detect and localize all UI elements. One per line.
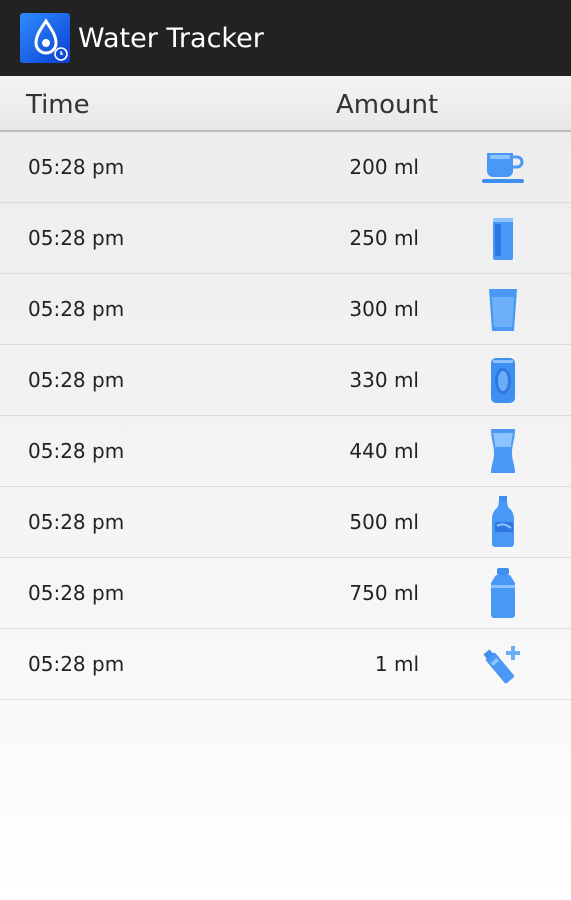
glass-icon: [478, 283, 528, 335]
list-item[interactable]: 05:28 pm 750 ml: [0, 558, 571, 629]
tall-glass-icon: [478, 212, 528, 264]
action-bar: Water Tracker: [0, 0, 571, 76]
entry-amount: 200 ml: [349, 155, 419, 179]
app-title: Water Tracker: [78, 23, 264, 54]
water-drop-clock-icon[interactable]: [20, 13, 70, 63]
list-item[interactable]: 05:28 pm 200 ml: [0, 132, 571, 203]
entry-time: 05:28 pm: [28, 368, 125, 392]
entries-list: 05:28 pm 200 ml 05:28 pm 250 ml 05:28 pm…: [0, 132, 571, 900]
entry-amount: 250 ml: [349, 226, 419, 250]
list-item[interactable]: 05:28 pm 330 ml: [0, 345, 571, 416]
entry-amount: 750 ml: [349, 581, 419, 605]
entry-amount: 300 ml: [349, 297, 419, 321]
column-header: Time Amount: [0, 76, 571, 132]
pint-glass-icon: [478, 425, 528, 477]
time-column-header: Time: [26, 90, 90, 120]
custom-add-icon: [478, 638, 528, 690]
list-item[interactable]: 05:28 pm 1 ml: [0, 629, 571, 700]
entry-time: 05:28 pm: [28, 581, 125, 605]
list-item[interactable]: 05:28 pm 440 ml: [0, 416, 571, 487]
water-bottle-icon: [478, 567, 528, 619]
entry-time: 05:28 pm: [28, 439, 125, 463]
entry-time: 05:28 pm: [28, 226, 125, 250]
entry-amount: 1 ml: [374, 652, 419, 676]
entry-time: 05:28 pm: [28, 510, 125, 534]
cup-icon: [478, 141, 528, 193]
amount-column-header: Amount: [336, 90, 439, 120]
list-item[interactable]: 05:28 pm 500 ml: [0, 487, 571, 558]
entry-time: 05:28 pm: [28, 155, 125, 179]
can-icon: [478, 354, 528, 406]
list-item[interactable]: 05:28 pm 300 ml: [0, 274, 571, 345]
entry-amount: 440 ml: [349, 439, 419, 463]
entry-time: 05:28 pm: [28, 652, 125, 676]
entry-amount: 330 ml: [349, 368, 419, 392]
entry-amount: 500 ml: [349, 510, 419, 534]
soda-bottle-icon: [478, 496, 528, 548]
list-item[interactable]: 05:28 pm 250 ml: [0, 203, 571, 274]
entry-time: 05:28 pm: [28, 297, 125, 321]
